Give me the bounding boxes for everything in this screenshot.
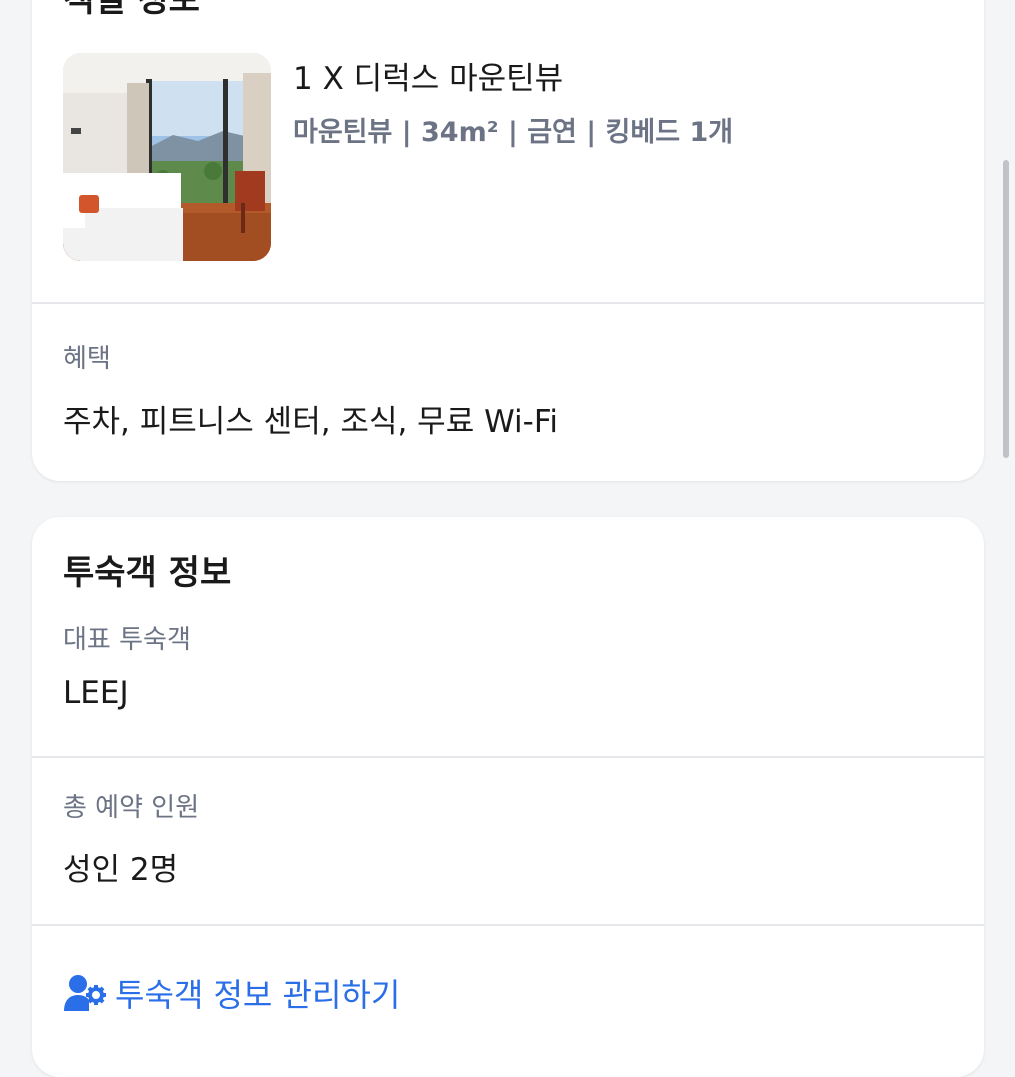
manage-guest-info-link[interactable]: 투숙객 정보 관리하기 — [63, 970, 400, 1016]
room-meta: 마운틴뷰 | 34m² | 금연 | 킹베드 1개 — [293, 117, 734, 148]
guest-info-card: 투숙객 정보 대표 투숙객 LEEJ 총 예약 인원 성인 2명 투숙객 정보 … — [32, 517, 984, 1077]
room-info-card: 객실 정보 1 X 디럭스 마운틴뷰 마운틴뷰 | 34m² | 금연 | 킹베… — [32, 0, 984, 481]
main-guest-label: 대표 투숙객 — [63, 625, 191, 655]
divider — [32, 924, 984, 926]
manage-guest-info-label: 투숙객 정보 관리하기 — [115, 976, 401, 1014]
divider — [32, 756, 984, 758]
divider — [32, 302, 984, 304]
room-name: 1 X 디럭스 마운틴뷰 — [293, 61, 564, 97]
main-guest-value: LEEJ — [63, 675, 129, 711]
benefits-label: 혜택 — [63, 344, 111, 374]
benefits-value: 주차, 피트니스 센터, 조식, 무료 Wi-Fi — [63, 404, 559, 440]
room-photo-image — [63, 53, 271, 261]
total-guests-value: 성인 2명 — [63, 852, 179, 888]
room-photo[interactable] — [63, 53, 271, 261]
total-guests-label: 총 예약 인원 — [63, 793, 200, 823]
user-gear-icon — [63, 973, 107, 1013]
room-info-title: 객실 정보 — [63, 0, 200, 20]
scrollbar[interactable] — [1003, 160, 1009, 458]
guest-info-title: 투숙객 정보 — [63, 553, 232, 593]
